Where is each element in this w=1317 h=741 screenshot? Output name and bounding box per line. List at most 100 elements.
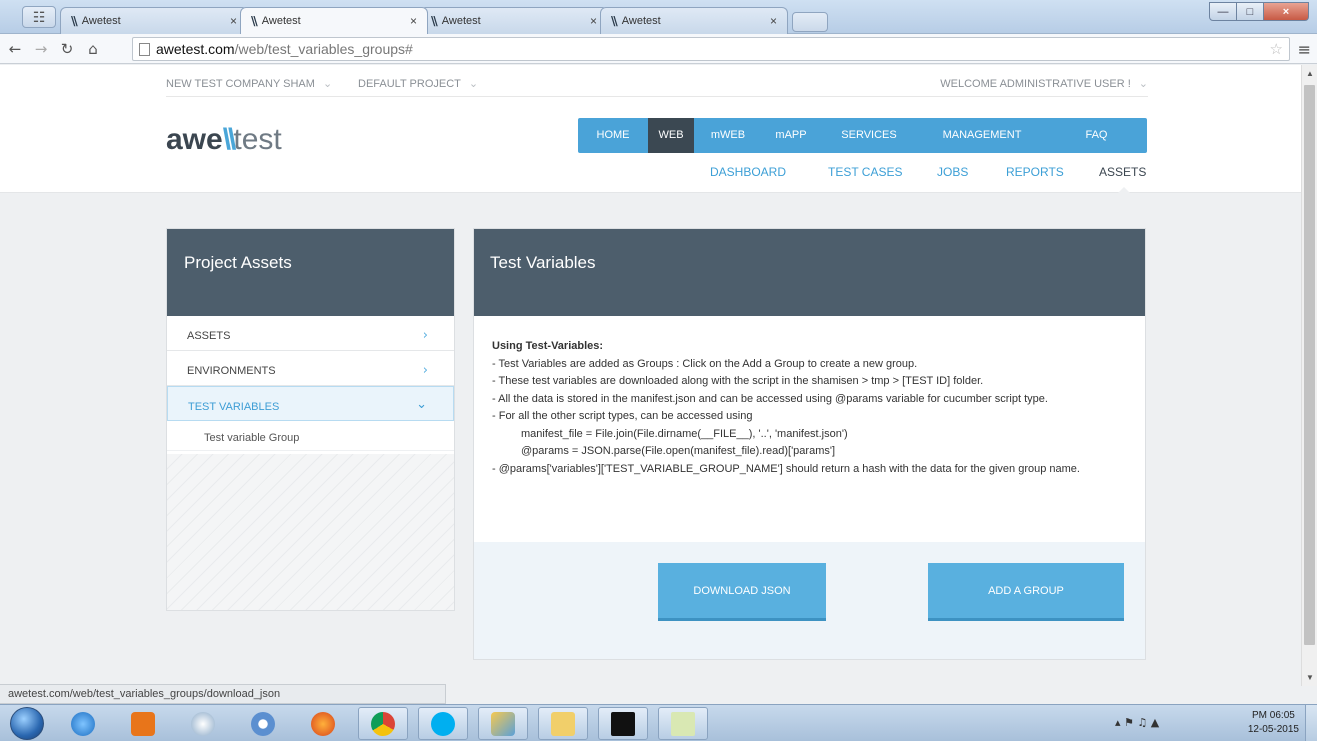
awetest-favicon-icon: \\ [611, 14, 618, 28]
start-button[interactable] [10, 707, 44, 740]
tray-icons[interactable]: ▴ ⚑ ♫ ▲ [1115, 716, 1159, 729]
subnav-dashboard[interactable]: DASHBOARD [710, 165, 786, 179]
sub-nav: DASHBOARD TEST CASES JOBS REPORTS ASSETS [0, 165, 1148, 187]
subnav-jobs[interactable]: JOBS [937, 165, 968, 179]
command-prompt-icon[interactable] [598, 707, 648, 740]
project-selector[interactable]: DEFAULT PROJECT ⌄ [358, 77, 478, 90]
chrome-icon[interactable] [358, 707, 408, 740]
sidebar-item-assets[interactable]: ASSETS › [167, 316, 454, 351]
notepad-icon[interactable] [658, 707, 708, 740]
panel-title: Test Variables [474, 229, 1145, 316]
chevron-right-icon: › [422, 363, 428, 378]
panel-title: Project Assets [167, 229, 454, 316]
chevron-right-icon: › [422, 328, 428, 343]
info-line: - For all the other script types, can be… [492, 410, 753, 422]
site-header: NEW TEST COMPANY SHAM ⌄ DEFAULT PROJECT ⌄ … [0, 65, 1301, 193]
file-explorer-icon[interactable] [538, 707, 588, 740]
window-close-button[interactable]: × [1263, 2, 1309, 21]
browser-tab-active[interactable]: \\ Awetest × [240, 7, 428, 34]
address-bar[interactable]: awetest.com/web/test_variables_groups# ☆ [132, 37, 1290, 61]
firefox-icon[interactable] [298, 707, 348, 740]
close-icon[interactable]: × [770, 14, 777, 28]
logo-slashes: \\ [222, 123, 237, 156]
clock[interactable]: PM 06:05 12-05-2015 [1248, 709, 1299, 737]
new-tab-button[interactable] [792, 12, 828, 32]
show-desktop-button[interactable] [1305, 705, 1317, 741]
nav-mapp[interactable]: mAPP [762, 118, 820, 153]
internet-explorer-icon[interactable] [58, 707, 108, 740]
user-menu[interactable]: WELCOME ADMINISTRATIVE USER ! ⌄ [940, 77, 1148, 90]
close-icon[interactable]: × [590, 14, 597, 28]
sidebar-item-test-variables[interactable]: TEST VARIABLES ⌄ [167, 386, 454, 421]
nav-home[interactable]: HOME [578, 118, 648, 153]
sidebar-item-label: ENVIRONMENTS [187, 365, 276, 377]
media-player-icon[interactable] [118, 707, 168, 740]
subnav-test-cases[interactable]: TEST CASES [828, 165, 902, 179]
browser-tab[interactable]: \\ Awetest × [420, 7, 608, 34]
page-scrollbar[interactable]: ▲ ▼ [1301, 65, 1317, 686]
nav-management[interactable]: MANAGEMENT [918, 118, 1046, 153]
hamburger-menu-icon[interactable]: ≡ [1298, 40, 1311, 59]
empty-area [167, 454, 454, 610]
scroll-up-icon[interactable]: ▲ [1306, 69, 1314, 78]
info-line: - These test variables are downloaded al… [492, 375, 984, 387]
url-path: /web/test_variables_groups# [234, 41, 413, 57]
panel-actions: DOWNLOAD JSON ADD A GROUP [474, 542, 1145, 659]
test-variables-panel: Test Variables Using Test-Variables: - T… [473, 228, 1146, 660]
sidebar-subitem-test-variable-group[interactable]: Test variable Group [167, 421, 454, 451]
nav-mweb[interactable]: mWEB [694, 118, 762, 153]
page-viewport: NEW TEST COMPANY SHAM ⌄ DEFAULT PROJECT ⌄ … [0, 65, 1301, 686]
sidebar-item-label: TEST VARIABLES [188, 401, 280, 413]
subnav-reports[interactable]: REPORTS [1006, 165, 1064, 179]
download-json-button[interactable]: DOWNLOAD JSON [658, 563, 826, 621]
browser-tab[interactable]: \\ Awetest × [600, 7, 788, 34]
system-tray: ▴ ⚑ ♫ ▲ PM 06:05 12-05-2015 [1099, 705, 1317, 741]
browser-tab[interactable]: \\ Awetest × [60, 7, 248, 34]
chevron-down-icon: ⌄ [322, 78, 333, 90]
scroll-thumb[interactable] [1304, 85, 1315, 645]
scroll-down-icon[interactable]: ▼ [1306, 673, 1314, 682]
windows-taskbar: ▴ ⚑ ♫ ▲ PM 06:05 12-05-2015 [0, 704, 1317, 741]
safari-icon[interactable] [178, 707, 228, 740]
awetest-logo[interactable]: awe\\test [166, 123, 282, 157]
chrome-canary-icon[interactable] [238, 707, 288, 740]
company-selector[interactable]: NEW TEST COMPANY SHAM ⌄ [166, 77, 332, 90]
add-a-group-button[interactable]: ADD A GROUP [928, 563, 1124, 621]
page-icon [139, 42, 150, 56]
url-host: awetest.com [156, 41, 235, 57]
welcome-text: WELCOME ADMINISTRATIVE USER ! [940, 78, 1131, 90]
reload-icon[interactable]: ↻ [56, 40, 78, 58]
usage-info: Using Test-Variables: - Test Variables a… [474, 316, 1145, 478]
window-controls: — □ × [1209, 2, 1309, 21]
tab-title: Awetest [261, 15, 301, 27]
awetest-favicon-icon: \\ [251, 14, 258, 28]
maximize-button[interactable]: □ [1236, 2, 1264, 21]
browser-toolbar: ← → ↻ ⌂ awetest.com/web/test_variables_g… [0, 34, 1317, 64]
forward-arrow-icon[interactable]: → [30, 40, 52, 58]
nav-web[interactable]: WEB [648, 118, 694, 153]
chevron-down-icon: ⌄ [416, 397, 427, 412]
nav-services[interactable]: SERVICES [820, 118, 918, 153]
skype-icon[interactable] [418, 707, 468, 740]
back-arrow-icon[interactable]: ← [4, 40, 26, 58]
close-icon[interactable]: × [410, 14, 417, 28]
info-line: - All the data is stored in the manifest… [492, 392, 1048, 405]
minimize-button[interactable]: — [1209, 2, 1237, 21]
sidebar-item-environments[interactable]: ENVIRONMENTS › [167, 351, 454, 386]
paint-icon[interactable] [478, 707, 528, 740]
home-icon[interactable]: ⌂ [82, 40, 104, 58]
project-assets-panel: Project Assets ASSETS › ENVIRONMENTS › T… [166, 228, 455, 611]
clock-date: 12-05-2015 [1247, 724, 1299, 735]
logo-part: awe [166, 123, 223, 156]
info-line: - Test Variables are added as Groups : C… [492, 357, 918, 370]
awetest-favicon-icon: \\ [71, 14, 78, 28]
chevron-down-icon: ⌄ [468, 78, 479, 90]
tab-title: Awetest [81, 15, 121, 27]
bookmark-star-icon[interactable]: ☆ [1270, 40, 1283, 58]
nav-faq[interactable]: FAQ [1046, 118, 1147, 153]
close-icon[interactable]: × [230, 14, 237, 28]
subnav-assets[interactable]: ASSETS [1099, 165, 1146, 179]
browser-tab-strip: \\ Awetest × \\ Awetest × \\ Awetest × \… [60, 7, 828, 34]
sidebar-item-label: ASSETS [187, 330, 231, 342]
awetest-favicon-icon: \\ [431, 14, 438, 28]
